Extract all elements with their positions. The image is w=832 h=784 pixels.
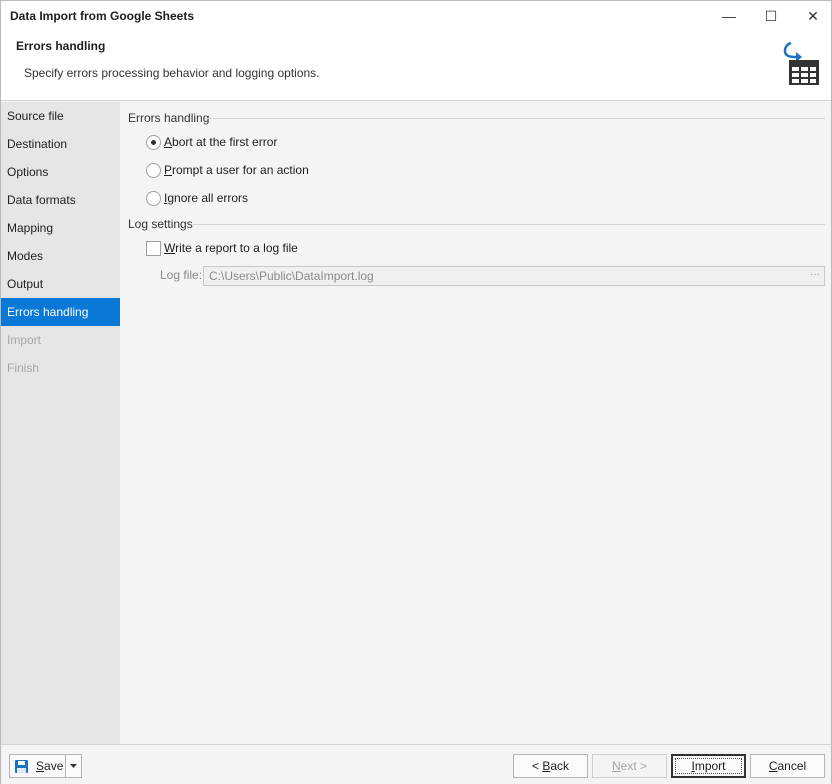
close-icon: ✕ [807, 7, 819, 24]
radio-button[interactable] [146, 162, 161, 178]
errors-group-label: Errors handling [128, 111, 210, 125]
write-report-checkbox-row[interactable]: Write a report to a log file [146, 239, 298, 257]
close-button[interactable]: ✕ [792, 1, 832, 31]
sidebar-item-errors-handling[interactable]: Errors handling [1, 298, 120, 326]
write-report-label: Write a report to a log file [164, 241, 298, 255]
maximize-icon: ☐ [764, 7, 778, 24]
radio-prompt-user[interactable]: Prompt a user for an action [146, 161, 309, 179]
sidebar-item-options[interactable]: Options [1, 158, 120, 186]
radio-button-checked[interactable] [146, 134, 161, 150]
title-bar: Data Import from Google Sheets — ☐ ✕ [1, 1, 831, 31]
sidebar-item-destination[interactable]: Destination [1, 130, 120, 158]
save-split-button: Save [9, 754, 82, 778]
maximize-button[interactable]: ☐ [750, 1, 792, 31]
sidebar-item-finish: Finish [7, 361, 40, 375]
radio-button[interactable] [146, 190, 161, 206]
save-label: Save [36, 759, 64, 773]
radio-abort-first-error[interactable]: Abort at the first error [146, 133, 277, 151]
radio-ignore-all-errors[interactable]: Ignore all errors [146, 189, 248, 207]
floppy-disk-icon [15, 759, 28, 773]
wizard-footer: Save < Back Next > Import Cancel [1, 744, 831, 784]
log-file-value: C:\Users\Public\DataImport.log [209, 269, 374, 283]
sidebar-item-data-formats[interactable]: Data formats [1, 186, 120, 214]
sidebar-item-mapping[interactable]: Mapping [1, 214, 120, 242]
next-button: Next > [592, 754, 667, 778]
import-wizard-window: Data Import from Google Sheets — ☐ ✕ Err… [0, 0, 832, 784]
sidebar-item-output[interactable]: Output [1, 270, 120, 298]
wizard-header: Errors handling Specify errors processin… [1, 31, 831, 101]
chevron-down-icon [70, 764, 78, 768]
log-file-label: Log file: [160, 268, 203, 282]
save-button[interactable]: Save [10, 755, 67, 777]
write-report-checkbox[interactable] [146, 240, 161, 256]
sidebar-item-import: Import [7, 333, 42, 347]
import-table-icon [783, 41, 819, 85]
page-description: Specify errors processing behavior and l… [24, 66, 320, 80]
radio-label-abort: Abort at the first error [164, 135, 278, 149]
radio-label-prompt: Prompt a user for an action [164, 163, 309, 177]
wizard-sidebar: Source file Destination Options Data for… [1, 102, 120, 744]
page-title: Errors handling [16, 39, 106, 53]
log-group-label: Log settings [128, 217, 193, 231]
sidebar-item-source-file[interactable]: Source file [1, 102, 120, 130]
radio-label-ignore: Ignore all errors [164, 191, 249, 205]
log-group-divider [193, 224, 825, 225]
import-button[interactable]: Import [671, 754, 746, 778]
browse-ellipsis-icon: ··· [810, 269, 820, 280]
back-button[interactable]: < Back [513, 754, 588, 778]
minimize-button[interactable]: — [708, 1, 750, 31]
window-title: Data Import from Google Sheets [10, 9, 195, 23]
wizard-content: Errors handling Abort at the first error… [121, 102, 831, 744]
cancel-button[interactable]: Cancel [750, 754, 825, 778]
sidebar-item-modes[interactable]: Modes [1, 242, 120, 270]
save-dropdown-button[interactable] [66, 755, 81, 777]
minimize-icon: — [722, 8, 736, 24]
log-file-field: C:\Users\Public\DataImport.log ··· [203, 266, 825, 286]
errors-group-divider [205, 118, 825, 119]
